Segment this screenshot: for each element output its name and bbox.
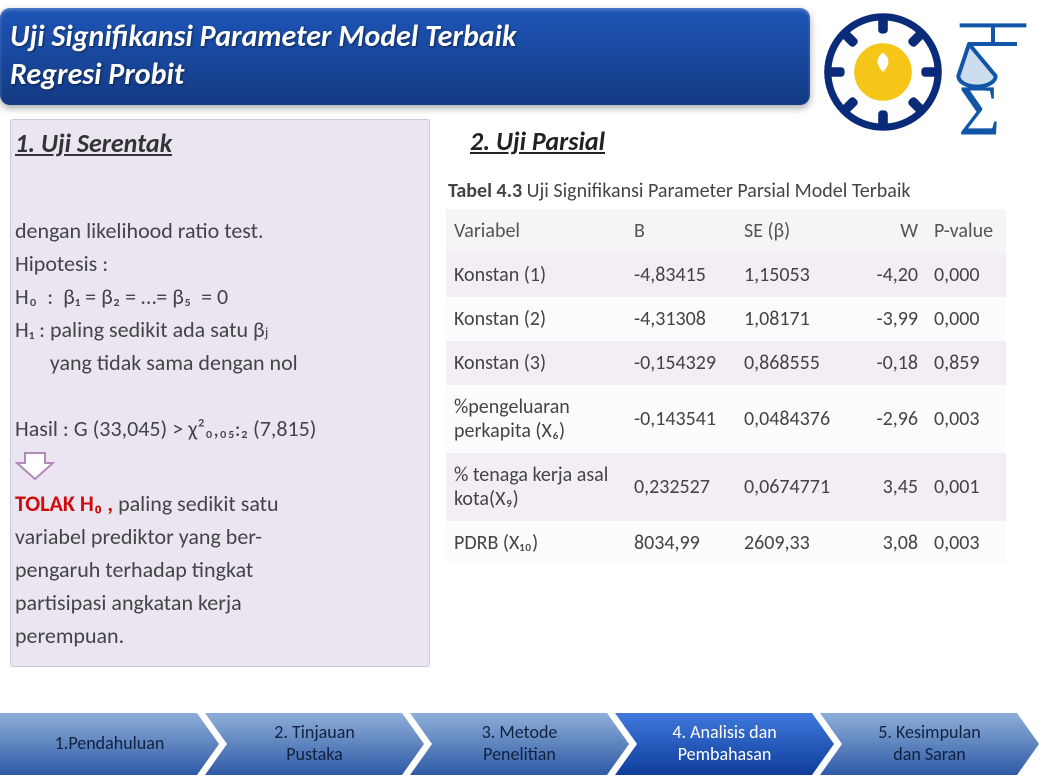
line-h1a: H₁ : paling sedikit ada satu βⱼ [15,316,269,343]
table-caption-bold: Tabel 4.3 [448,179,522,203]
line-intro: dengan likelihood ratio test. [15,217,264,244]
table-caption-rest: Uji Signifikansi Parameter Parsial Model… [522,179,910,203]
table-cell: 0,003 [926,521,1006,565]
line-h1b: yang tidak sama dengan nol [15,349,298,376]
table-header-row: Variabel B SE (β) W P-value [446,209,1006,253]
title-line1: Uji Signifikansi Parameter Model Terbaik [10,18,516,55]
right-panel-uji-parsial: 2. Uji Parsial Tabel 4.3 Uji Signifikans… [440,119,1029,667]
nav-step-label: 4. Analisis dan Pembahasan [672,722,776,765]
table-cell: 1,08171 [736,297,856,341]
table-cell: -0,143541 [626,385,736,453]
table-cell: 0,859 [926,341,1006,385]
table-cell: -3,99 [856,297,926,341]
table-cell: 2609,33 [736,521,856,565]
table-caption: Tabel 4.3 Uji Signifikansi Parameter Par… [448,179,1029,203]
line-h0: H₀ : β₁ = β₂ = …= β₅ = 0 [15,283,228,310]
parsial-table: Variabel B SE (β) W P-value Konstan (1)-… [446,209,1006,565]
table-cell: Konstan (1) [446,253,626,297]
main-content: 1. Uji Serentak dengan likelihood ratio … [0,119,1039,667]
section1-body: dengan likelihood ratio test. Hipotesis … [15,181,419,445]
table-row: PDRB (X₁₀)8034,992609,333,080,003 [446,521,1006,565]
nav-step-label: 2. Tinjauan Pustaka [274,722,355,765]
table-cell: 0,000 [926,297,1006,341]
table-cell: -4,20 [856,253,926,297]
table-cell: 3,08 [856,521,926,565]
table-cell: PDRB (X₁₀) [446,521,626,565]
table-row: Konstan (2)-4,313081,08171-3,990,000 [446,297,1006,341]
line-hasil: Hasil : G (33,045) > χ²₀,₀₅:₂ (7,815) [15,415,316,442]
title-banner: Uji Signifikansi Parameter Model Terbaik… [0,8,810,105]
its-logo-icon [823,12,943,132]
nav-step[interactable]: 2. Tinjauan Pustaka [205,713,424,775]
table-cell: 0,000 [926,253,1006,297]
nav-step-label: 3. Metode Penelitian [482,722,558,765]
th-variabel: Variabel [446,209,626,253]
nav-step[interactable]: 3. Metode Penelitian [410,713,629,775]
th-b: B [626,209,736,253]
th-w: W [856,209,926,253]
table-cell: 0,003 [926,385,1006,453]
table-cell: Konstan (2) [446,297,626,341]
nav-step[interactable]: 1.Pendahuluan [0,713,219,775]
table-cell: 3,45 [856,453,926,521]
table-row: Konstan (3)-0,1543290,868555-0,180,859 [446,341,1006,385]
table-cell: %pengeluaran perkapita (X₆) [446,385,626,453]
nav-step-label: 5. Kesimpulan dan Saran [878,722,980,765]
nav-step-label: 1.Pendahuluan [55,733,165,755]
table-cell: -0,154329 [626,341,736,385]
conclusion-text: TOLAK H₀ , paling sedikit satu variabel … [15,487,419,652]
left-panel-uji-serentak: 1. Uji Serentak dengan likelihood ratio … [10,119,430,667]
table-cell: -4,31308 [626,297,736,341]
table-cell: 0,001 [926,453,1006,521]
table-cell: 0,0484376 [736,385,856,453]
title-line2: Regresi Probit [10,56,184,93]
nav-step[interactable]: 4. Analisis dan Pembahasan [615,713,834,775]
line-hipotesis: Hipotesis : [15,250,108,277]
header-logos: Σ [823,12,1033,132]
sigma-balance-icon: Σ [953,12,1033,132]
table-cell: 0,0674771 [736,453,856,521]
table-cell: 1,15053 [736,253,856,297]
table-row: %pengeluaran perkapita (X₆)-0,1435410,04… [446,385,1006,453]
page-title: Uji Signifikansi Parameter Model Terbaik… [10,18,788,93]
table-cell: % tenaga kerja asal kota(X₉) [446,453,626,521]
nav-step[interactable]: 5. Kesimpulan dan Saran [820,713,1039,775]
table-body: Konstan (1)-4,834151,15053-4,200,000Kons… [446,253,1006,565]
svg-text:Σ: Σ [958,71,1000,146]
table-cell: -4,83415 [626,253,736,297]
section1-heading: 1. Uji Serentak [15,124,419,163]
table-cell: 0,868555 [736,341,856,385]
table-cell: -2,96 [856,385,926,453]
table-cell: Konstan (3) [446,341,626,385]
table-cell: 8034,99 [626,521,736,565]
table-cell: -0,18 [856,341,926,385]
th-se: SE (β) [736,209,856,253]
th-pvalue: P-value [926,209,1006,253]
table-cell: 0,232527 [626,453,736,521]
table-row: Konstan (1)-4,834151,15053-4,200,000 [446,253,1006,297]
down-arrow-icon [15,451,55,481]
tolak-h0-label: TOLAK H₀ , [15,490,113,517]
bottom-nav: 1.Pendahuluan 2. Tinjauan Pustaka 3. Metod… [0,713,1039,775]
table-row: % tenaga kerja asal kota(X₉)0,2325270,06… [446,453,1006,521]
